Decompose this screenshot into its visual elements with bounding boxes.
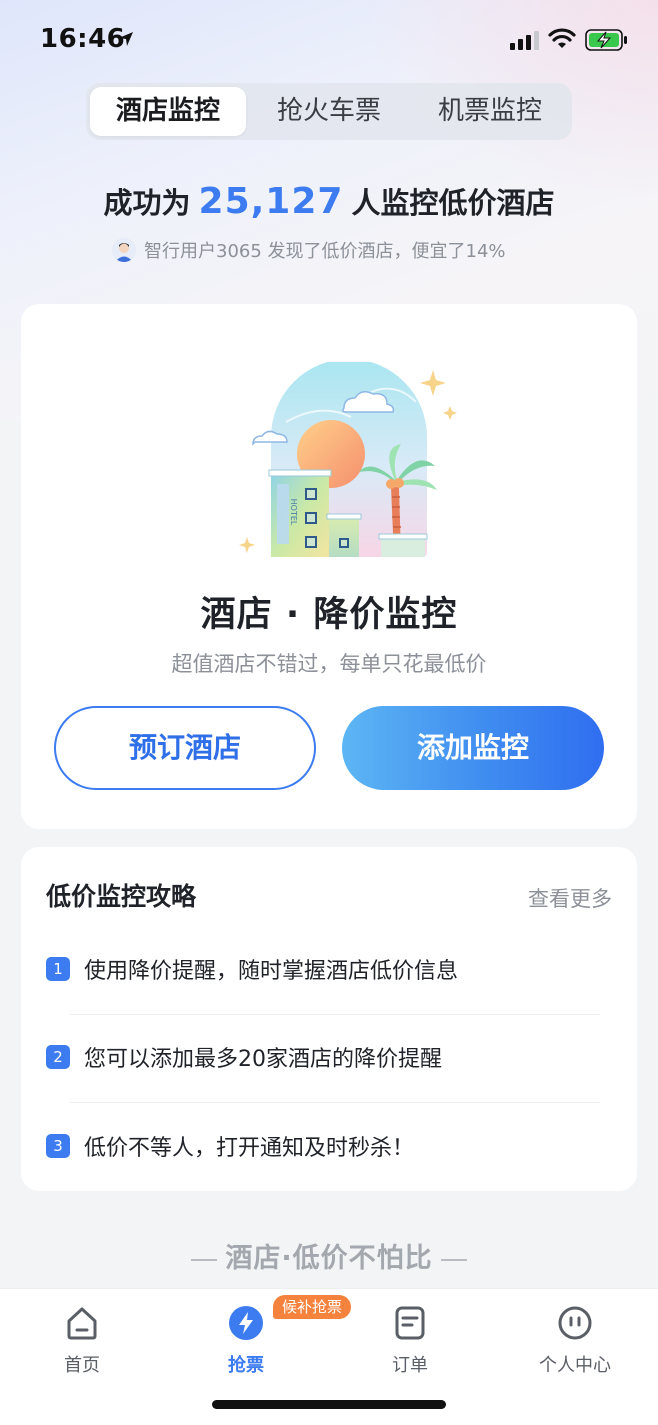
location-arrow-icon: [119, 32, 133, 46]
tips-card: 低价监控攻略 查看更多 1 使用降价提醒，随时掌握酒店低价信息 2 您可以添加最…: [21, 847, 637, 1191]
hotel-price-monitor-card: HOTEL 酒店 · 降价监控 超值酒店不错过，每单只花最低价 预订酒店 添加监…: [21, 304, 637, 829]
divider: [70, 1102, 600, 1103]
nav-item-orders[interactable]: 订单: [350, 1305, 470, 1377]
battery-charging-icon: [585, 29, 627, 51]
divider: [70, 1014, 600, 1015]
nav-label-home: 首页: [64, 1355, 100, 1376]
tip-text: 您可以添加最多20家酒店的降价提醒: [84, 1047, 442, 1072]
profile-icon: [558, 1306, 592, 1340]
list-item: 3 低价不等人，打开通知及时秒杀！: [46, 1126, 414, 1166]
recent-activity: 智行用户3065 发现了低价酒店，便宜了14%: [112, 236, 506, 264]
recent-activity-text: 智行用户3065 发现了低价酒店，便宜了14%: [144, 241, 506, 262]
home-indicator: [212, 1400, 446, 1409]
tip-number: 1: [46, 957, 70, 981]
nav-label-orders: 订单: [392, 1355, 428, 1376]
nav-label-profile: 个人中心: [539, 1355, 611, 1376]
user-count: 25,127: [198, 181, 344, 222]
tips-title: 低价监控攻略: [46, 882, 197, 911]
cellular-signal-icon: [510, 31, 539, 50]
nav-label-tickets: 抢票: [228, 1355, 264, 1376]
card-title: 酒店 · 降价监控: [200, 595, 458, 635]
view-more-link[interactable]: 查看更多: [528, 883, 612, 913]
avatar: [112, 238, 136, 262]
wifi-icon: [548, 28, 576, 48]
headline-suffix: 人监控低价酒店: [351, 186, 555, 220]
status-time: 16:46: [40, 24, 126, 54]
hotel-sign-text: HOTEL: [289, 499, 298, 526]
hotel-illustration: HOTEL: [239, 362, 457, 557]
tip-text: 低价不等人，打开通知及时秒杀！: [84, 1136, 415, 1161]
nav-item-home[interactable]: 首页: [22, 1305, 142, 1377]
slogan-text: 酒店·低价不怕比: [225, 1243, 433, 1274]
tip-number: 2: [46, 1045, 70, 1069]
list-item: 2 您可以添加最多20家酒店的降价提醒: [46, 1037, 442, 1077]
card-subtitle: 超值酒店不错过，每单只花最低价: [171, 652, 487, 676]
tab-hotel-monitor[interactable]: 酒店监控: [90, 87, 246, 136]
nav-item-profile[interactable]: 个人中心: [515, 1305, 635, 1377]
headline: 成功为 25,127 人监控低价酒店: [0, 180, 658, 222]
tab-flight-monitor[interactable]: 机票监控: [412, 87, 568, 136]
add-monitor-button[interactable]: 添加监控: [342, 706, 604, 790]
monitor-type-tabs: 酒店监控 抢火车票 机票监控: [86, 83, 572, 140]
tab-train-tickets[interactable]: 抢火车票: [251, 87, 407, 136]
divider: [440, 1258, 467, 1261]
footer-slogan: 酒店·低价不怕比: [0, 1236, 658, 1275]
status-bar: 16:46: [0, 0, 658, 84]
headline-prefix: 成功为: [103, 186, 191, 220]
divider: [191, 1258, 218, 1261]
book-hotel-button[interactable]: 预订酒店: [54, 706, 316, 790]
home-icon: [67, 1307, 97, 1340]
tip-text: 使用降价提醒，随时掌握酒店低价信息: [84, 959, 459, 984]
lightning-icon: [229, 1306, 263, 1340]
list-item: 1 使用降价提醒，随时掌握酒店低价信息: [46, 949, 458, 989]
tip-number: 3: [46, 1134, 70, 1158]
standby-tickets-badge: 候补抢票: [273, 1295, 352, 1319]
order-icon: [395, 1306, 425, 1340]
